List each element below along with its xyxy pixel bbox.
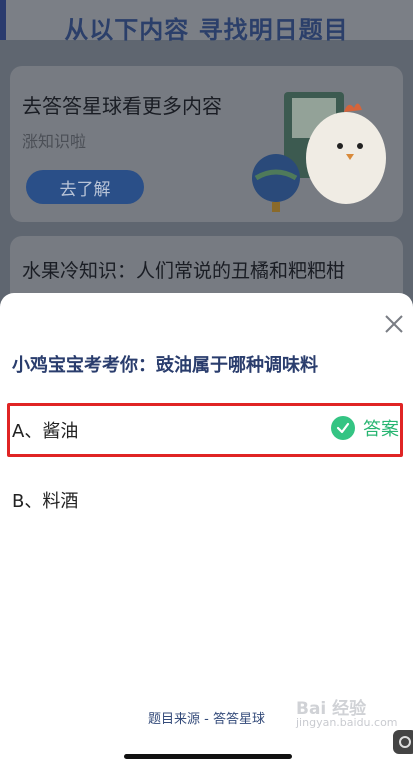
home-indicator[interactable] (124, 754, 292, 759)
watermark-brand: Bai 经验 (296, 699, 367, 719)
watermark: Bai 经验 jingyan.baidu.com (296, 699, 398, 730)
article-card-title: 水果冷知识：人们常说的丑橘和粑粑柑 (22, 260, 346, 282)
close-icon[interactable] (383, 313, 405, 335)
quiz-question: 小鸡宝宝考考你：豉油属于哪种调味料 (12, 355, 318, 376)
check-icon (331, 416, 355, 440)
watermark-url: jingyan.baidu.com (296, 716, 398, 729)
answer-marker: 答案 (331, 415, 399, 441)
option-a[interactable]: A、酱油 (12, 417, 78, 443)
floating-action-icon[interactable] (393, 730, 413, 754)
chick-mascot-illustration (252, 92, 386, 212)
promo-card[interactable]: 去答答星球看更多内容 涨知识啦 去了解 (10, 66, 403, 222)
option-b[interactable]: B、料酒 (12, 487, 78, 513)
promo-card-subtitle: 涨知识啦 (22, 132, 87, 151)
learn-more-button[interactable]: 去了解 (26, 170, 144, 204)
answer-label: 答案 (363, 419, 399, 440)
section-heading: 从以下内容 寻找明日题目 (64, 16, 349, 44)
quiz-sheet: 小鸡宝宝考考你：豉油属于哪种调味料 A、酱油 答案 B、料酒 题目来源 - 答答… (0, 293, 413, 760)
promo-card-title: 去答答星球看更多内容 (22, 94, 222, 118)
